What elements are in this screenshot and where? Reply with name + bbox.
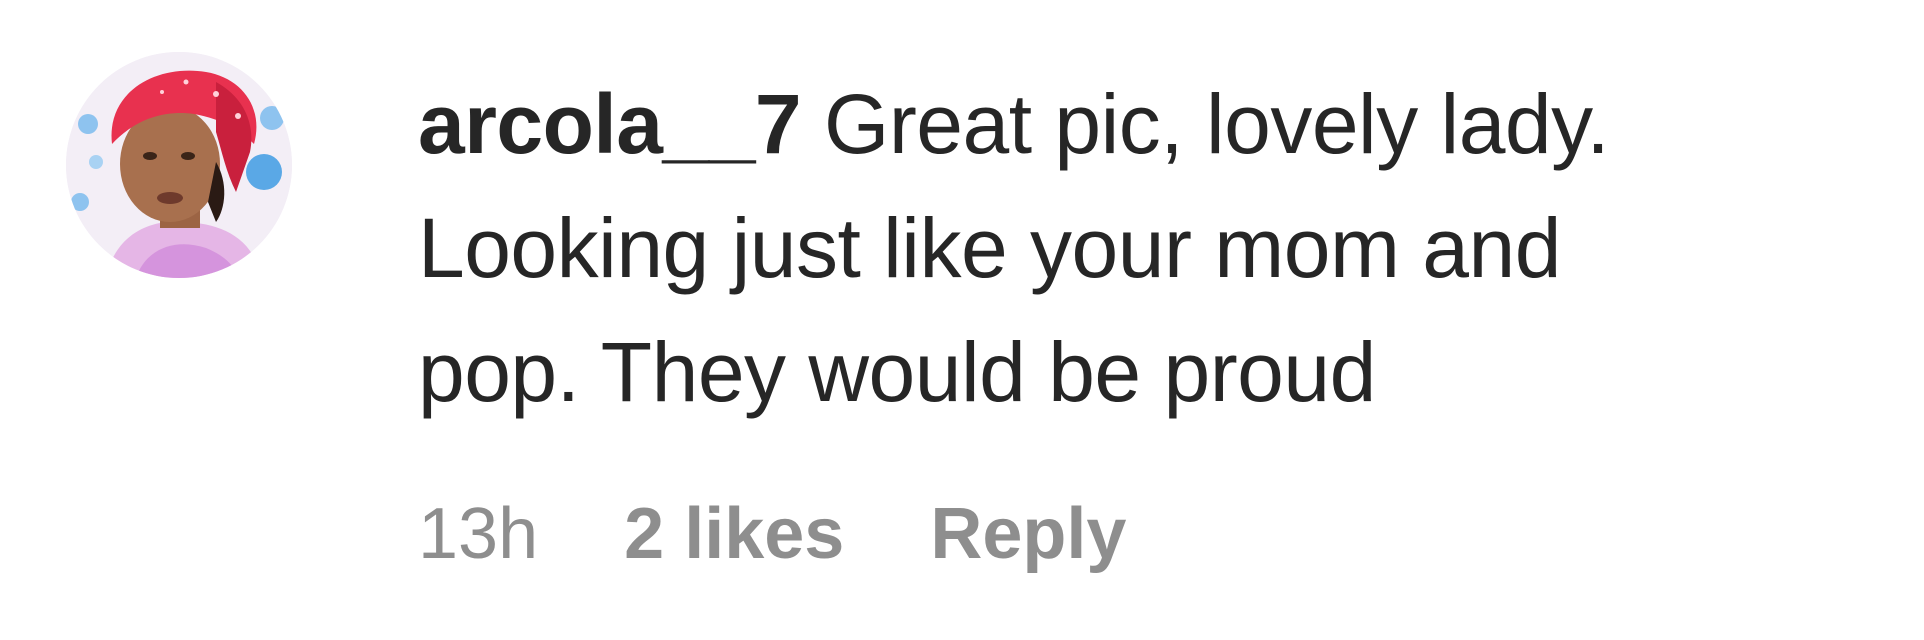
comment-text-line-1: Great pic, lovely lady.	[823, 77, 1610, 171]
comment-line-1: arcola__7 Great pic, lovely lady.	[418, 62, 1898, 186]
avatar[interactable]	[66, 52, 292, 278]
comment-item: arcola__7 Great pic, lovely lady. Lookin…	[0, 0, 1924, 640]
comment-text-line-3: pop. They would be proud	[418, 325, 1376, 419]
comment-body: arcola__7 Great pic, lovely lady. Lookin…	[418, 62, 1898, 434]
profile-picture-icon	[66, 52, 292, 278]
comment-meta: 13h 2 likes Reply	[418, 486, 1126, 582]
comment-timestamp[interactable]: 13h	[418, 486, 538, 582]
comment-text-line-2: Looking just like your mom and	[418, 201, 1561, 295]
comment-username[interactable]: arcola__7	[418, 77, 802, 171]
reply-button[interactable]: Reply	[930, 486, 1126, 582]
comment-likes-count[interactable]: 2 likes	[624, 486, 844, 582]
